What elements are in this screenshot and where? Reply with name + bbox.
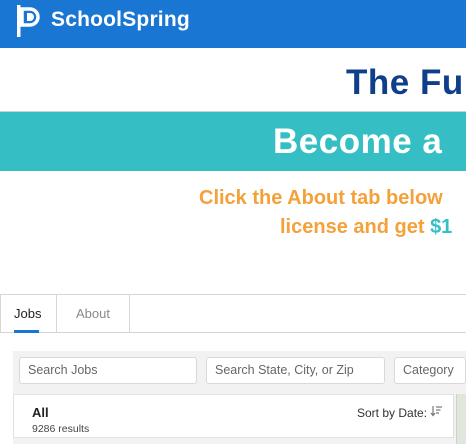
promo-banner[interactable]: The Fu Become a Click the About tab belo… [0, 48, 466, 294]
sort-by-date-button[interactable]: Sort by Date: [357, 406, 427, 420]
schoolspring-logo-icon[interactable] [16, 4, 42, 38]
tab-jobs[interactable]: Jobs [0, 295, 57, 333]
active-tab-indicator [14, 330, 39, 333]
banner-promo-line-2-text: license and get [280, 216, 431, 238]
search-jobs-input[interactable]: Search Jobs [19, 357, 197, 384]
banner-promo-amount: $1 [430, 216, 453, 238]
map-preview[interactable] [456, 394, 466, 444]
brand-name[interactable]: SchoolSpring [51, 8, 190, 32]
results-count: 9286 results [32, 423, 90, 435]
tab-jobs-label: Jobs [14, 306, 42, 321]
banner-promo-line-1: Click the About tab below [199, 187, 443, 209]
banner-subheadline: Become a [273, 122, 443, 161]
banner-promo-line-2: license and get $1 [280, 216, 452, 239]
tab-bar: Jobs About [0, 294, 466, 333]
results-header: All 9286 results Sort by Date: [13, 394, 454, 438]
category-select[interactable]: Category [394, 357, 466, 384]
results-filter-label[interactable]: All [32, 405, 49, 420]
sort-descending-icon[interactable] [430, 405, 442, 417]
location-search-input[interactable]: Search State, City, or Zip [206, 357, 385, 384]
tab-about-label: About [76, 306, 110, 321]
top-navigation-bar: SchoolSpring [0, 0, 466, 48]
banner-headline: The Fu [346, 63, 464, 102]
tab-about[interactable]: About [57, 295, 130, 332]
job-search-panel: Search Jobs Search State, City, or Zip C… [13, 351, 466, 444]
